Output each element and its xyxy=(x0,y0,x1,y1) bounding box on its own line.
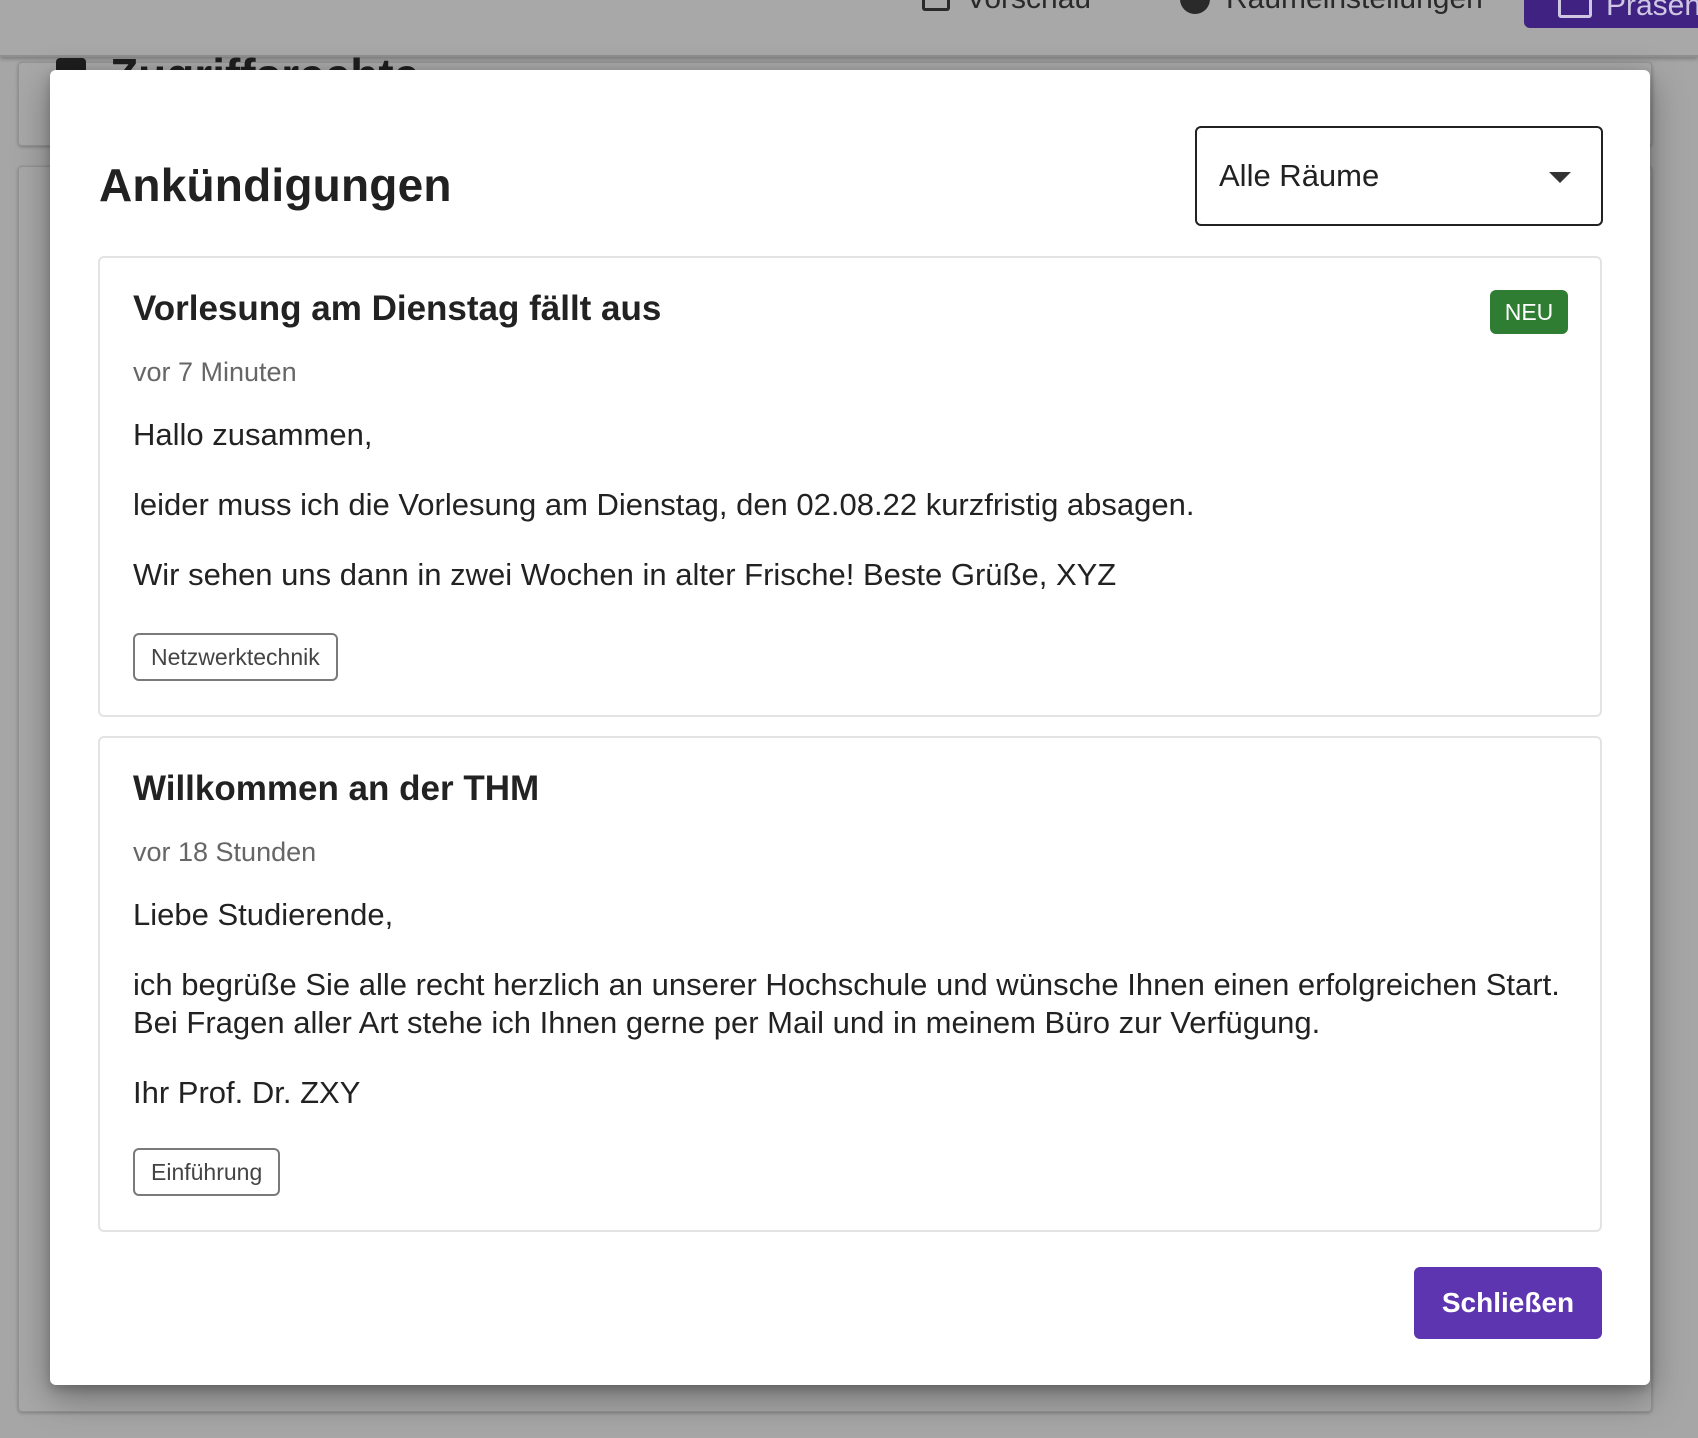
chevron-down-icon xyxy=(1549,172,1571,183)
room-settings-label: Raumeinstellungen xyxy=(1226,0,1483,16)
gear-icon xyxy=(1180,0,1210,14)
announcement-paragraph: Liebe Studierende, xyxy=(133,897,394,932)
room-filter-value: Alle Räume xyxy=(1219,158,1380,193)
announcement-paragraph: Ihr Prof. Dr. ZXY xyxy=(133,1075,361,1110)
room-tag-chip[interactable]: Einführung xyxy=(133,1148,281,1196)
announcement-paragraph: Hallo zusammen, xyxy=(133,417,373,452)
announcement-paragraph: Wir sehen uns dann in zwei Wochen in alt… xyxy=(133,557,1117,592)
new-badge: NEU xyxy=(1490,290,1568,334)
room-filter-select[interactable]: Alle Räume xyxy=(1195,126,1603,226)
present-label: Präsen xyxy=(1606,0,1698,22)
announcement-title: Vorlesung am Dienstag fällt aus xyxy=(133,289,662,328)
dialog-title: Ankündigungen xyxy=(99,159,452,211)
announcement-time: vor 18 Stunden xyxy=(133,837,317,867)
announcements-dialog: Ankündigungen Alle Räume Vorlesung am Di… xyxy=(50,70,1650,1385)
close-button[interactable]: Schließen xyxy=(1414,1267,1602,1339)
announcement-card: Willkommen an der THM vor 18 Stunden Lie… xyxy=(98,736,1602,1232)
preview-button[interactable]: Vorschau xyxy=(922,0,1091,16)
present-button[interactable]: Präsen xyxy=(1524,0,1698,28)
announcement-title: Willkommen an der THM xyxy=(133,769,540,808)
room-settings-button[interactable]: Raumeinstellungen xyxy=(1180,0,1483,16)
announcement-time: vor 7 Minuten xyxy=(133,357,297,387)
present-icon xyxy=(1558,0,1592,18)
announcement-card: Vorlesung am Dienstag fällt aus NEU vor … xyxy=(98,256,1602,717)
preview-label: Vorschau xyxy=(966,0,1091,16)
announcement-paragraph: leider muss ich die Vorlesung am Diensta… xyxy=(133,487,1195,522)
announcement-paragraph: ich begrüße Sie alle recht herzlich an u… xyxy=(133,967,1560,1040)
preview-icon xyxy=(922,0,950,11)
room-tag-chip[interactable]: Netzwerktechnik xyxy=(133,633,338,681)
